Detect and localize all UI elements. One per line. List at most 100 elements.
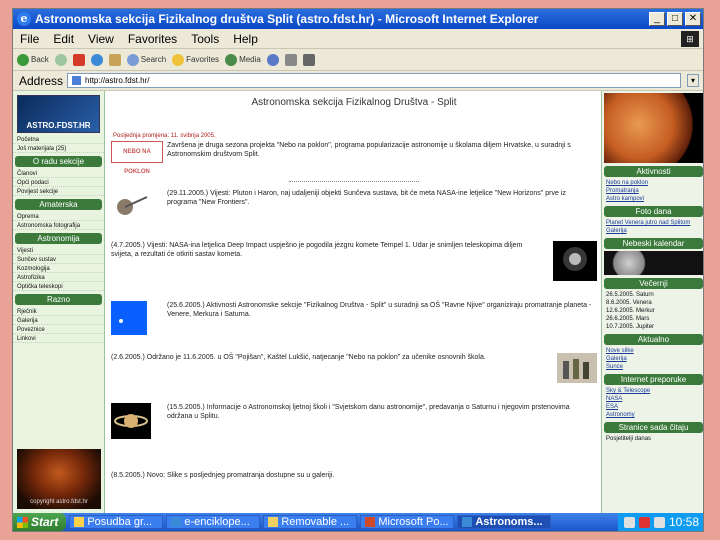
address-input[interactable]: http://astro.fdst.hr/ — [67, 73, 681, 88]
list-item[interactable]: ESA — [602, 403, 703, 411]
divider — [289, 181, 419, 182]
favorites-button[interactable]: Favorites — [172, 53, 219, 66]
nav-section-header[interactable]: O radu sekcije — [15, 156, 102, 167]
back-button[interactable]: Back — [17, 53, 49, 66]
link[interactable]: Sky & Telescope — [606, 388, 650, 394]
nav-item[interactable]: Astronomska fotografija — [13, 221, 104, 230]
volume-icon[interactable] — [653, 516, 665, 528]
link[interactable]: Galerija — [606, 356, 627, 362]
group-photo[interactable] — [557, 353, 597, 383]
maximize-button[interactable]: □ — [667, 12, 683, 26]
search-button[interactable]: Search — [126, 53, 167, 66]
venus-transit-image[interactable] — [111, 301, 147, 335]
nav-item[interactable]: Oprema — [13, 212, 104, 221]
link[interactable]: Nebo na poklon — [606, 180, 648, 186]
stop-button[interactable] — [72, 53, 85, 66]
list-item[interactable]: Galerija — [602, 355, 703, 363]
stranice-header: Stranice sada čitaju — [604, 422, 703, 433]
menu-edit[interactable]: Edit — [46, 32, 81, 46]
nav-item[interactable]: Astrofizika — [13, 273, 104, 282]
link[interactable]: Galerija — [606, 228, 627, 234]
mail-icon — [284, 53, 297, 66]
list-item[interactable]: Nebo na poklon — [602, 179, 703, 187]
taskbar-item[interactable]: Microsoft Po... — [360, 515, 455, 529]
nav-item[interactable]: Opći podaci — [13, 178, 104, 187]
list-item[interactable]: Astronomy — [602, 411, 703, 419]
address-url: http://astro.fdst.hr/ — [85, 76, 150, 85]
tray-icon[interactable] — [638, 516, 650, 528]
nav-item[interactable]: Još materijala (25) — [13, 144, 104, 153]
spacecraft-image[interactable] — [111, 189, 151, 219]
list-item[interactable]: Planet Venera jutro nad Splitom — [602, 219, 703, 227]
home-button[interactable] — [108, 53, 121, 66]
list-item[interactable]: Promatranja — [602, 187, 703, 195]
news-item: (2.6.2005.) Održano je 11.6.2005. u OŠ "… — [109, 353, 599, 387]
nebo-na-poklon-logo[interactable]: NEBO NA POKLON — [111, 141, 163, 175]
moon-image — [603, 251, 703, 275]
taskbar-item-active[interactable]: Astronoms... — [457, 515, 552, 529]
address-dropdown-button[interactable]: ▾ — [687, 74, 699, 87]
history-button[interactable] — [266, 53, 279, 66]
page-title: Astronomska sekcija Fizikalnog Društva -… — [251, 97, 457, 108]
link[interactable]: Astro kampovi — [606, 196, 644, 202]
menu-view[interactable]: View — [81, 32, 121, 46]
nav-section-header[interactable]: Astronomija — [15, 233, 102, 244]
minimize-button[interactable]: _ — [649, 12, 665, 26]
link[interactable]: Nove slike — [606, 348, 634, 354]
nav-section-header[interactable]: Amaterska — [15, 199, 102, 210]
nav-item[interactable]: Vijesti — [13, 246, 104, 255]
start-button[interactable]: Start — [13, 513, 67, 531]
comet-image[interactable] — [553, 241, 597, 281]
nav-item[interactable]: Članovi — [13, 169, 104, 178]
menu-file[interactable]: File — [13, 32, 46, 46]
list-item: Posjetitelji danas — [606, 436, 652, 442]
list-item[interactable]: Sky & Telescope — [602, 387, 703, 395]
list-item[interactable]: NASA — [602, 395, 703, 403]
link[interactable]: NASA — [606, 396, 622, 402]
nav-item[interactable]: Kozmologija — [13, 264, 104, 273]
refresh-button[interactable] — [90, 53, 103, 66]
link[interactable]: Planet Venera jutro nad Splitom — [606, 220, 690, 226]
list-item[interactable]: Astro kampovi — [602, 195, 703, 203]
nav-item[interactable]: Početna — [13, 135, 104, 144]
close-button[interactable]: ✕ — [685, 12, 701, 26]
nav-item[interactable]: Rječnik — [13, 307, 104, 316]
taskbar-item[interactable]: Posudba gr... — [69, 515, 164, 529]
task-label: Astronoms... — [475, 516, 543, 528]
nav-item[interactable]: Optička teleskopi — [13, 282, 104, 291]
tray-icon[interactable] — [623, 516, 635, 528]
link[interactable]: Sunce — [606, 364, 623, 370]
news-text: (29.11.2005.) Vijesti: Pluton i Haron, n… — [167, 190, 566, 206]
link[interactable]: Promatranja — [606, 188, 639, 194]
back-label: Back — [31, 55, 49, 64]
news-text: (15.5.2005.) Informacije o Astronomskoj … — [167, 404, 570, 420]
menu-help[interactable]: Help — [226, 32, 265, 46]
forward-button[interactable] — [54, 53, 67, 66]
media-button[interactable]: Media — [225, 53, 261, 66]
nav-item[interactable]: Poveznice — [13, 325, 104, 334]
link[interactable]: Astronomy — [606, 412, 635, 418]
site-logo[interactable]: ASTRO.FDST.HR — [17, 95, 100, 133]
search-label: Search — [140, 55, 167, 64]
menu-tools[interactable]: Tools — [184, 32, 226, 46]
link[interactable]: ESA — [606, 404, 618, 410]
taskbar-item[interactable]: e-enciklope... — [166, 515, 261, 529]
list-item[interactable]: Nove slike — [602, 347, 703, 355]
news-item: (8.5.2005.) Novo: Slike s posljednjeg pr… — [109, 471, 599, 491]
taskbar-item[interactable]: Removable ... — [263, 515, 358, 529]
nav-item[interactable]: Galerija — [13, 316, 104, 325]
nav-item[interactable]: Sunčev sustav — [13, 255, 104, 264]
nav-item[interactable]: Linkovi — [13, 334, 104, 343]
nav-section-header[interactable]: Razno — [15, 294, 102, 305]
list-item[interactable]: Galerija — [602, 227, 703, 235]
print-button[interactable] — [302, 53, 315, 66]
nav-item[interactable]: Povijest sekcije — [13, 187, 104, 196]
menu-favorites[interactable]: Favorites — [121, 32, 184, 46]
list-item[interactable]: Sunce — [602, 363, 703, 371]
saturn-image[interactable] — [111, 403, 151, 439]
mail-button[interactable] — [284, 53, 297, 66]
home-icon — [108, 53, 121, 66]
stop-icon — [72, 53, 85, 66]
page-content: ASTRO.FDST.HR Početna Još materijala (25)… — [13, 91, 703, 515]
nav-section: Amaterska Oprema Astronomska fotografija — [13, 199, 104, 230]
